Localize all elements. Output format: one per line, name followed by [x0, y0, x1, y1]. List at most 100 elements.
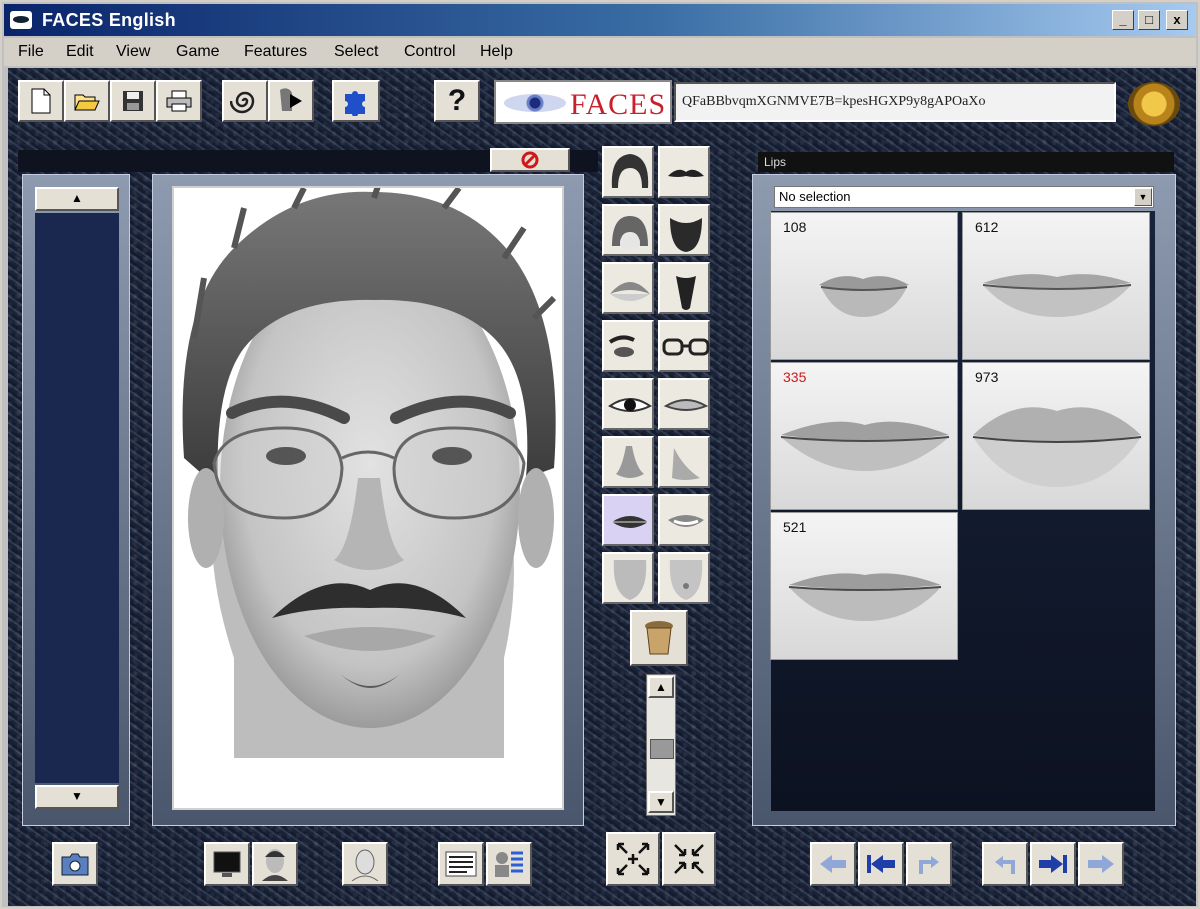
feature-category-mouth-open[interactable] [658, 494, 710, 546]
previous-button[interactable] [810, 842, 856, 886]
sketch-face-icon [351, 849, 379, 881]
last-button[interactable] [1030, 842, 1076, 886]
feature-category-lips[interactable] [602, 494, 654, 546]
glasses-icon [662, 338, 710, 356]
zoom-in-button[interactable] [606, 832, 660, 886]
feature-category-nose-side[interactable] [658, 436, 710, 488]
erase-feature-button[interactable] [490, 148, 570, 172]
sketch-button[interactable] [342, 842, 388, 886]
morph-button[interactable] [222, 80, 268, 122]
undo-button[interactable] [906, 842, 952, 886]
menu-game[interactable]: Game [176, 43, 220, 61]
text-document-icon [445, 851, 477, 877]
beard-icon [670, 218, 702, 252]
history-scroll-up[interactable]: ▲ [35, 187, 119, 211]
feature-category-hair-top[interactable] [602, 146, 654, 198]
composite-face-image [182, 188, 557, 758]
arrow-left-icon [820, 855, 846, 873]
feature-category-eyebrows[interactable] [602, 320, 654, 372]
hairline-icon [610, 282, 650, 301]
camera-icon [61, 853, 89, 876]
app-window: FACES English _ □ x File Edit View Game … [0, 0, 1200, 909]
spiral-icon [230, 91, 255, 114]
new-file-button[interactable] [18, 80, 64, 122]
record-card-button[interactable] [486, 842, 532, 886]
menu-features[interactable]: Features [244, 43, 307, 61]
size-slider-thumb[interactable] [650, 739, 674, 759]
first-button[interactable] [858, 842, 904, 886]
monitor-button[interactable] [204, 842, 250, 886]
play-button[interactable] [268, 80, 314, 122]
history-track[interactable] [35, 213, 119, 783]
feature-category-nose[interactable] [602, 436, 654, 488]
menu-bar: File Edit View Game Features Select Cont… [4, 38, 1196, 66]
close-button[interactable]: x [1166, 10, 1188, 30]
feature-category-chin-dimple[interactable] [658, 552, 710, 604]
catalog-item[interactable]: 973 [962, 362, 1150, 510]
menu-control[interactable]: Control [404, 43, 456, 61]
menu-select[interactable]: Select [334, 43, 378, 61]
puzzle-button[interactable] [332, 80, 380, 122]
catalog-item[interactable]: 335 [770, 362, 958, 510]
feature-category-hair-back[interactable] [602, 204, 654, 256]
title-bar[interactable]: FACES English _ □ x [4, 4, 1196, 36]
feature-title-bar: Lips [758, 152, 1174, 172]
history-scroll-down[interactable]: ▼ [35, 785, 119, 809]
lips-thumbnail [819, 276, 909, 317]
eye-logo-icon [504, 94, 566, 112]
faces-logo: FACES [494, 80, 672, 124]
no-sign-icon [521, 151, 539, 169]
lips-thumbnail [972, 407, 1142, 487]
feature-category-eyes[interactable] [602, 378, 654, 430]
menu-edit[interactable]: Edit [66, 43, 94, 61]
chevron-down-icon[interactable]: ▼ [1134, 188, 1152, 206]
eyes-alt-icon [663, 399, 709, 411]
feature-category-moustache[interactable] [658, 146, 710, 198]
hair-top-icon [611, 154, 649, 188]
size-up-arrow[interactable]: ▲ [648, 676, 674, 698]
redo-button[interactable] [982, 842, 1028, 886]
catalog-item[interactable]: 108 [770, 212, 958, 360]
face-portrait-icon [262, 849, 288, 881]
feature-size-scrollbar[interactable]: ▲ ▼ [646, 674, 676, 816]
eyebrows-icon [608, 335, 635, 357]
feature-category-chin[interactable] [602, 552, 654, 604]
play-profile-icon [280, 88, 302, 111]
open-button[interactable] [64, 80, 110, 122]
size-down-arrow[interactable]: ▼ [648, 791, 674, 813]
feature-category-beard[interactable] [658, 204, 710, 256]
redo-arrow-icon [995, 856, 1015, 874]
left-history-panel: ▲ ▼ [22, 174, 130, 826]
feature-category-palette [602, 146, 718, 608]
delete-feature-button[interactable] [630, 610, 688, 666]
goatee-icon [676, 276, 696, 310]
monitor-icon [213, 851, 241, 877]
zoom-out-button[interactable] [662, 832, 716, 886]
print-button[interactable] [156, 80, 202, 122]
catalog-item[interactable]: 521 [770, 512, 958, 660]
maximize-button[interactable]: □ [1138, 10, 1160, 30]
save-button[interactable] [110, 80, 156, 122]
feature-category-eyes-alt[interactable] [658, 378, 710, 430]
menu-view[interactable]: View [116, 43, 150, 61]
catalog-filter-dropdown[interactable]: No selection ▼ [774, 186, 1154, 208]
minimize-button[interactable]: _ [1112, 10, 1134, 30]
menu-help[interactable]: Help [480, 43, 513, 61]
camera-button[interactable] [52, 842, 98, 886]
puzzle-icon [345, 91, 365, 116]
next-button[interactable] [1078, 842, 1124, 886]
catalog-item[interactable]: 612 [962, 212, 1150, 360]
face-code-field[interactable]: QFaBBbvqmXGNMVE7B=kpesHGXP9y8gAPOaXo [674, 82, 1116, 122]
document-button[interactable] [438, 842, 484, 886]
help-button[interactable]: ? [434, 80, 480, 122]
portrait-button[interactable] [252, 842, 298, 886]
feature-category-glasses[interactable] [658, 320, 710, 372]
lips-thumbnail [982, 274, 1132, 317]
menu-file[interactable]: File [18, 43, 44, 61]
brand-seal-icon [1128, 82, 1180, 126]
composite-face-canvas[interactable] [172, 186, 564, 810]
feature-category-hairline[interactable] [602, 262, 654, 314]
feature-category-goatee[interactable] [658, 262, 710, 314]
help-icon: ? [447, 84, 467, 117]
collapse-arrows-icon [674, 844, 704, 874]
